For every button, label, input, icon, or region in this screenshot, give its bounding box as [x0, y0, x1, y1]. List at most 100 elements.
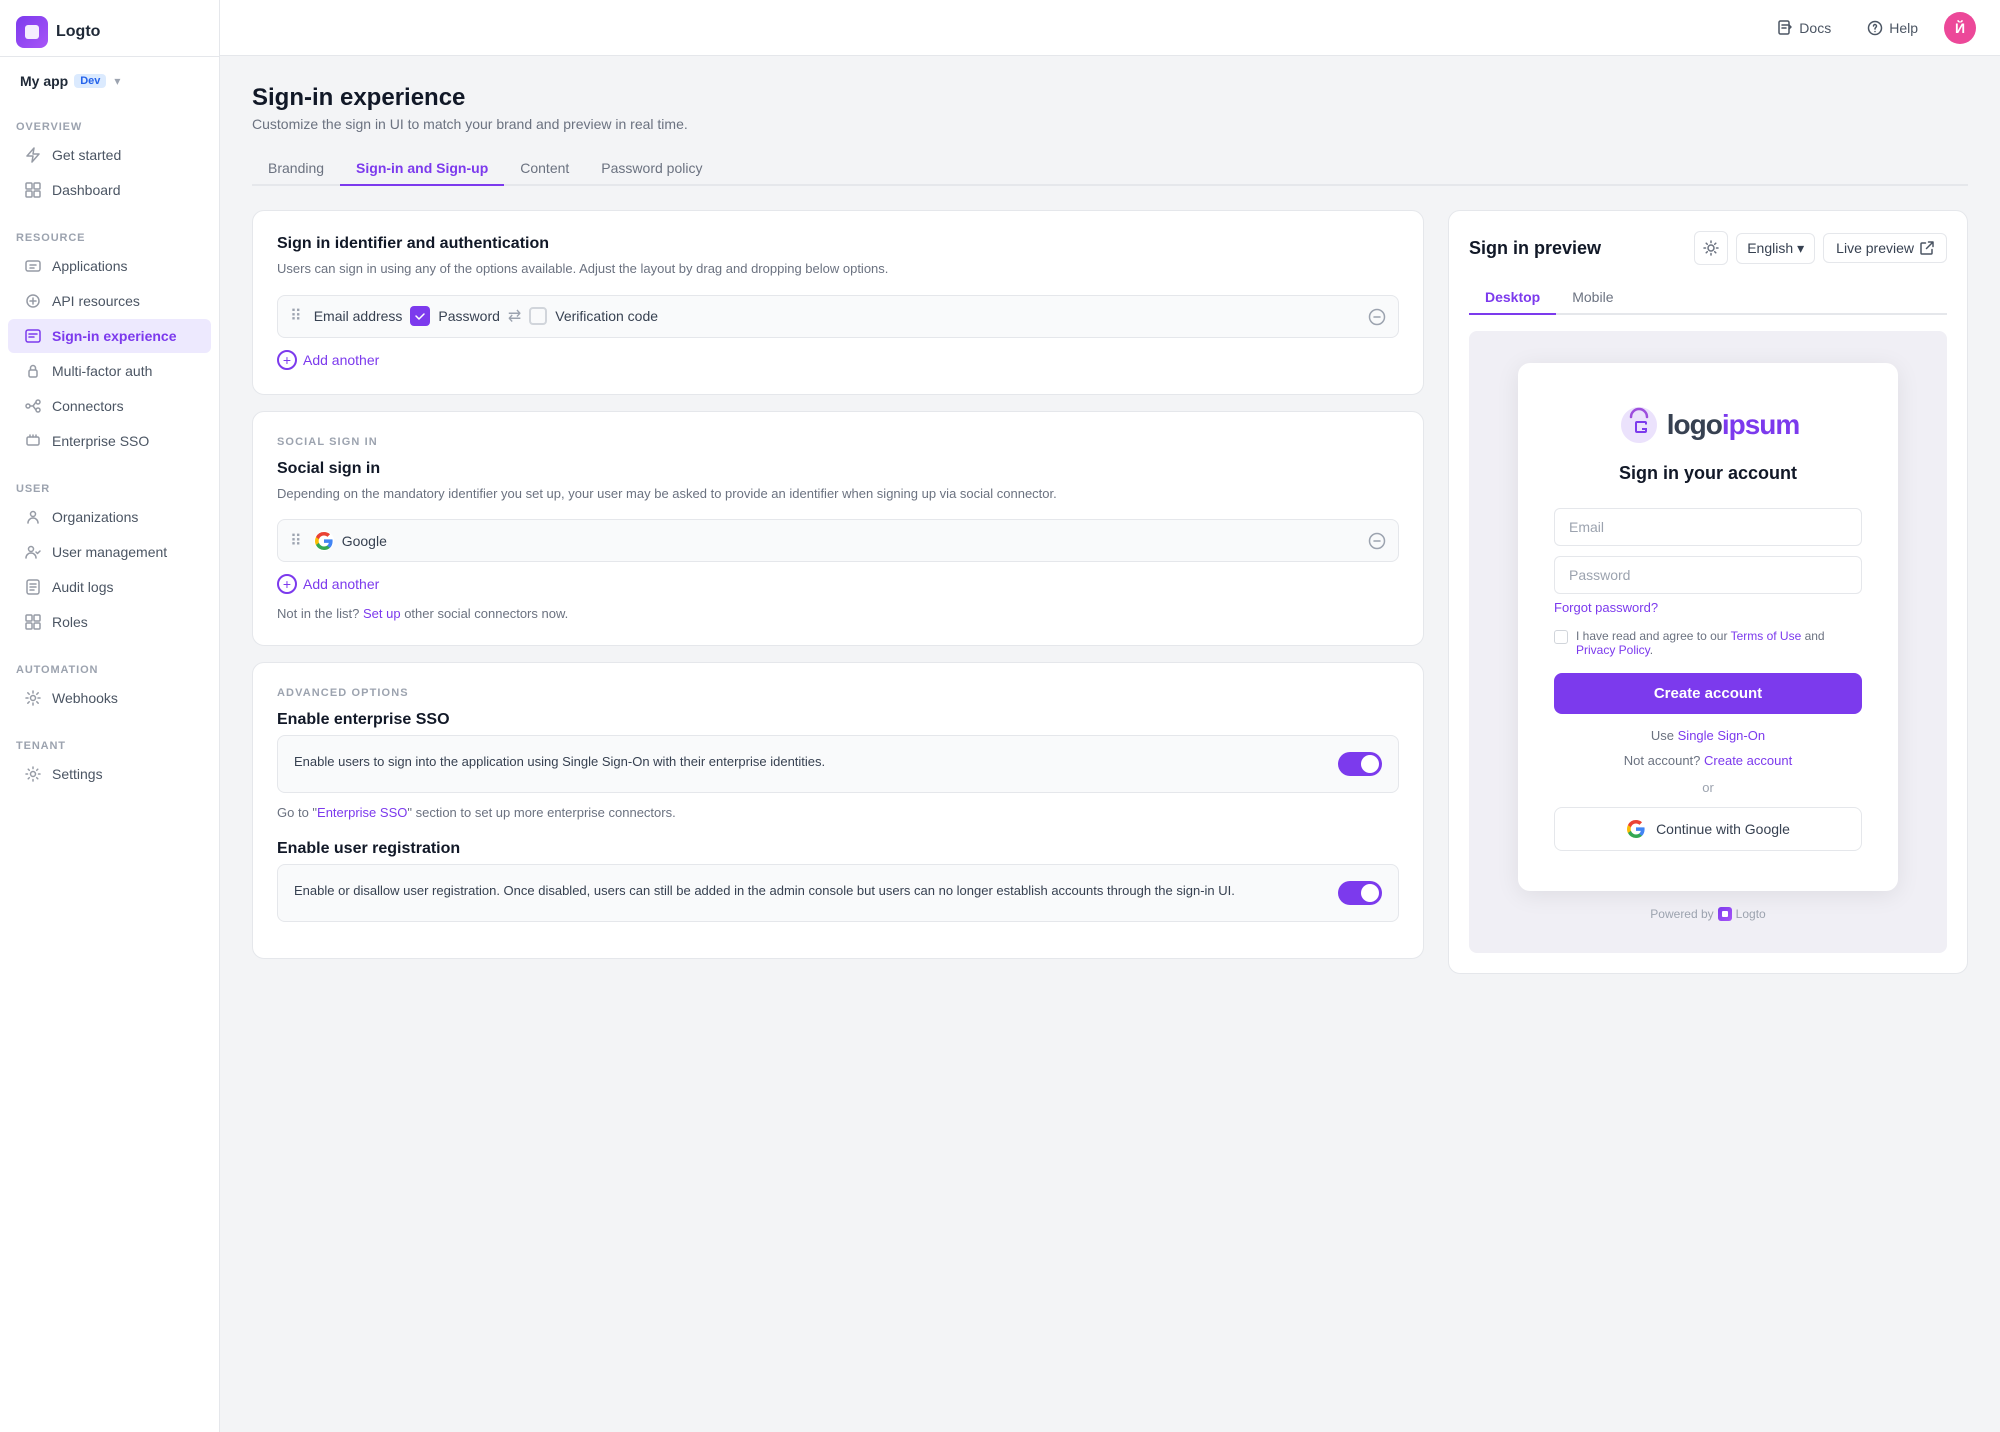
- enterprise-sso-icon: [24, 432, 42, 450]
- chevron-down-icon: ▾: [114, 74, 120, 88]
- add-another-label: Add another: [303, 576, 379, 592]
- live-preview-button[interactable]: Live preview: [1823, 233, 1947, 263]
- dev-badge: Dev: [74, 74, 106, 88]
- not-account-text: Not account? Create account: [1554, 753, 1862, 768]
- brand-logo-text: logoipsum: [1667, 409, 1800, 441]
- sidebar-item-applications[interactable]: Applications: [8, 249, 211, 283]
- forgot-password-link[interactable]: Forgot password?: [1554, 600, 1862, 615]
- terms-checkbox[interactable]: [1554, 630, 1568, 644]
- verification-checkbox[interactable]: [529, 307, 547, 325]
- sidebar-section-user: USER Organizations User management Audit…: [0, 467, 219, 648]
- topbar-right: Docs Help Й: [1767, 12, 1976, 44]
- sidebar-item-label: Settings: [52, 766, 103, 782]
- docs-button[interactable]: Docs: [1767, 14, 1841, 42]
- theme-toggle-button[interactable]: [1694, 231, 1728, 265]
- identifier-row: ⠿ Email address Password ⇄ Verification …: [277, 295, 1399, 338]
- sidebar-section-label-overview: OVERVIEW: [0, 113, 219, 137]
- powered-by-text: Powered by: [1650, 907, 1713, 921]
- enterprise-sso-row: Enable users to sign into the applicatio…: [277, 735, 1399, 793]
- powered-logo-icon: [1718, 907, 1732, 921]
- sidebar-section-tenant: TENANT Settings: [0, 724, 219, 800]
- page-subtitle: Customize the sign in UI to match your b…: [252, 116, 1968, 132]
- avatar[interactable]: Й: [1944, 12, 1976, 44]
- preview-controls: English ▾ Live preview: [1694, 231, 1947, 265]
- user-registration-toggle[interactable]: [1338, 881, 1382, 905]
- sidebar-item-settings[interactable]: Settings: [8, 757, 211, 791]
- tab-content[interactable]: Content: [504, 152, 585, 186]
- tab-branding[interactable]: Branding: [252, 152, 340, 186]
- password-input[interactable]: [1554, 556, 1862, 594]
- enterprise-sso-link[interactable]: Enterprise SSO: [317, 805, 407, 820]
- mfa-icon: [24, 362, 42, 380]
- sidebar-item-label: Enterprise SSO: [52, 433, 149, 449]
- app-selector[interactable]: My app Dev ▾: [8, 65, 211, 97]
- sidebar-item-enterprise-sso[interactable]: Enterprise SSO: [8, 424, 211, 458]
- applications-icon: [24, 257, 42, 275]
- add-another-social-button[interactable]: + Add another: [277, 574, 379, 594]
- google-btn-label: Continue with Google: [1656, 821, 1790, 837]
- create-account-button[interactable]: Create account: [1554, 673, 1862, 714]
- powered-brand-text: Logto: [1736, 907, 1766, 921]
- drag-handle-icon[interactable]: ⠿: [290, 531, 302, 551]
- sidebar-item-user-management[interactable]: User management: [8, 535, 211, 569]
- sidebar-item-roles[interactable]: Roles: [8, 605, 211, 639]
- terms-row: I have read and agree to our Terms of Us…: [1554, 629, 1862, 657]
- app-name: My app: [20, 73, 68, 89]
- enterprise-sso-toggle[interactable]: [1338, 752, 1382, 776]
- api-icon: [24, 292, 42, 310]
- continue-with-google-button[interactable]: Continue with Google: [1554, 807, 1862, 851]
- drag-handle-icon[interactable]: ⠿: [290, 306, 302, 326]
- google-btn-icon: [1626, 819, 1646, 839]
- add-another-identifier-button[interactable]: + Add another: [277, 350, 379, 370]
- sso-link[interactable]: Single Sign-On: [1678, 728, 1765, 743]
- sidebar-item-label: Audit logs: [52, 579, 113, 595]
- sidebar: Logto My app Dev ▾ OVERVIEW Get started …: [0, 0, 220, 1432]
- sun-icon: [1703, 240, 1719, 256]
- signin-preview-card: logoipsum Sign in your account Forgot pa…: [1518, 363, 1898, 891]
- terms-of-use-link[interactable]: Terms of Use: [1731, 629, 1802, 643]
- swap-icon[interactable]: ⇄: [508, 306, 521, 326]
- sidebar-item-connectors[interactable]: Connectors: [8, 389, 211, 423]
- sidebar-item-api-resources[interactable]: API resources: [8, 284, 211, 318]
- advanced-section-label: ADVANCED OPTIONS: [277, 687, 1399, 699]
- docs-icon: [1777, 20, 1793, 36]
- roles-icon: [24, 613, 42, 631]
- preview-header: Sign in preview English ▾ L: [1469, 231, 1947, 265]
- remove-button[interactable]: [1368, 306, 1386, 327]
- help-button[interactable]: Help: [1857, 14, 1928, 42]
- create-account-link[interactable]: Create account: [1704, 753, 1792, 768]
- preview-tab-mobile[interactable]: Mobile: [1556, 281, 1629, 315]
- user-registration-row: Enable or disallow user registration. On…: [277, 864, 1399, 922]
- sidebar-item-webhooks[interactable]: Webhooks: [8, 681, 211, 715]
- email-input[interactable]: [1554, 508, 1862, 546]
- sidebar-section-label-user: USER: [0, 475, 219, 499]
- sidebar-section-resource: RESOURCE Applications API resources Sign…: [0, 216, 219, 467]
- webhooks-icon: [24, 689, 42, 707]
- sidebar-item-get-started[interactable]: Get started: [8, 138, 211, 172]
- sidebar-item-sign-in-experience[interactable]: Sign-in experience: [8, 319, 211, 353]
- google-connector-name: Google: [342, 533, 387, 549]
- add-icon: +: [277, 574, 297, 594]
- social-subtitle: Depending on the mandatory identifier yo…: [277, 484, 1399, 504]
- remove-google-button[interactable]: [1368, 530, 1386, 551]
- signin-identifier-title: Sign in identifier and authentication: [277, 235, 1399, 253]
- tab-password-policy[interactable]: Password policy: [585, 152, 718, 186]
- google-connector-row: ⠿ Google: [277, 519, 1399, 562]
- live-preview-label: Live preview: [1836, 240, 1914, 256]
- sidebar-item-dashboard[interactable]: Dashboard: [8, 173, 211, 207]
- privacy-policy-link[interactable]: Privacy Policy: [1576, 643, 1650, 657]
- verification-code-option: Verification code: [529, 307, 658, 325]
- sidebar-item-label: API resources: [52, 293, 140, 309]
- sidebar-item-audit-logs[interactable]: Audit logs: [8, 570, 211, 604]
- preview-tab-desktop[interactable]: Desktop: [1469, 281, 1556, 315]
- sidebar-section-label-tenant: TENANT: [0, 732, 219, 756]
- setup-link[interactable]: Set up: [363, 606, 401, 621]
- language-label: English: [1747, 240, 1793, 256]
- sidebar-item-multi-factor-auth[interactable]: Multi-factor auth: [8, 354, 211, 388]
- language-select[interactable]: English ▾: [1736, 233, 1815, 264]
- sso-text: Use Single Sign-On: [1554, 728, 1862, 743]
- tab-sign-in-sign-up[interactable]: Sign-in and Sign-up: [340, 152, 504, 186]
- sidebar-section-label-automation: AUTOMATION: [0, 656, 219, 680]
- user-management-icon: [24, 543, 42, 561]
- sidebar-item-organizations[interactable]: Organizations: [8, 500, 211, 534]
